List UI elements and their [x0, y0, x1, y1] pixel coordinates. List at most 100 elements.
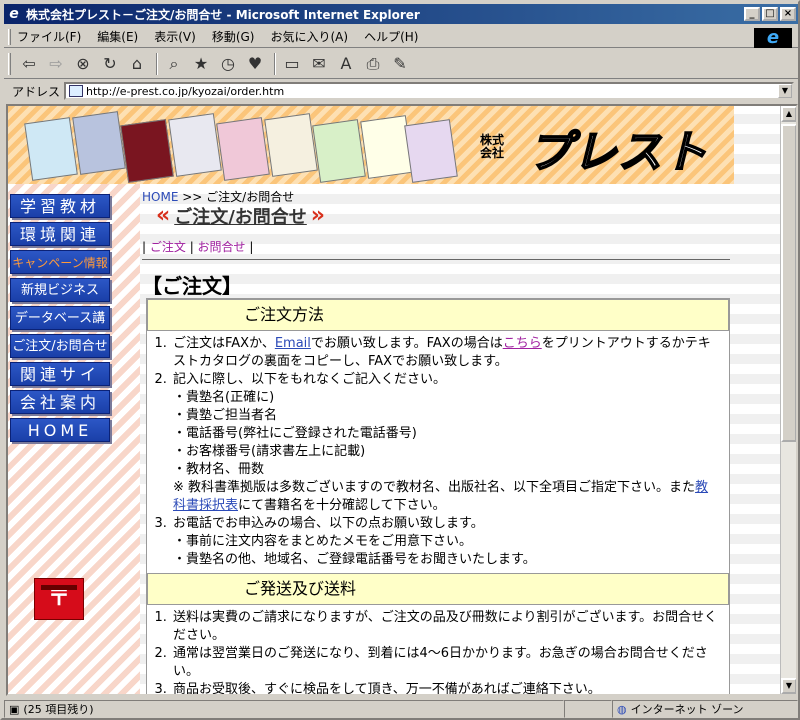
home-icon[interactable]: ⌂	[125, 53, 149, 75]
title-bar: e 株式会社プレスト－ご注文/お問合せ - Microsoft Internet…	[4, 4, 798, 24]
status-zone: インターネット ゾーン	[630, 703, 744, 716]
nav-database-course[interactable]: データベース講習	[10, 306, 110, 350]
sub-links: | ご注文 | お問合せ |	[142, 240, 254, 254]
menu-edit[interactable]: 編集(E)	[97, 28, 138, 45]
scroll-thumb[interactable]	[781, 124, 796, 442]
postbox-icon: 〒	[34, 578, 84, 620]
fax-form-link[interactable]: こちら	[503, 336, 542, 351]
list-item: ・貴塾名の他、地域名、ご登録電話番号をお聞きいたします。	[173, 552, 536, 567]
page-title-text: ご注文/お問合せ	[174, 207, 307, 228]
status-empty-cell	[564, 700, 612, 718]
divider	[142, 259, 730, 260]
print-icon[interactable]: ⎙	[361, 53, 385, 75]
list-item: 送料は実費のご請求になりますが、ご注文の品及び冊数により割引がございます。お問合…	[171, 609, 721, 645]
nav-environment[interactable]: 環境関連	[10, 222, 110, 246]
list-item: 記入に際し、以下をもれなくご記入ください。 ・貴塾名(正確に) ・貴塾ご担当者名…	[171, 371, 721, 515]
history-icon[interactable]: ◷	[216, 53, 240, 75]
main-content: HOME >> ご注文/お問合せ « ご注文/お問合せ » | ご注文 | お問…	[142, 186, 734, 694]
email-link[interactable]: Email	[275, 336, 311, 351]
web-page: 株式 会社 プレスト 学習教材 環境関連 キャンペーン情報 新規ビジネス データベ…	[8, 106, 783, 694]
address-input[interactable]: http://e-prest.co.jp/kyozai/order.htm ▼	[64, 82, 794, 100]
order-method-header: ご注文方法	[147, 299, 729, 331]
nav-order-inquiry[interactable]: ご注文/お問合せ	[10, 334, 110, 358]
list-item: ・教材名、冊数	[173, 462, 265, 477]
ie-logo-icon: e	[754, 28, 792, 48]
book-covers-image	[24, 111, 458, 183]
menu-view[interactable]: 表示(V)	[154, 28, 196, 45]
forward-icon[interactable]: ⇨	[44, 53, 68, 75]
list-item: お電話でお申込みの場合、以下の点お願い致します。 ・事前に注文内容をまとめたメモ…	[171, 515, 721, 569]
address-label: アドレス	[12, 84, 61, 99]
menu-bar: ファイル(F) 編集(E) 表示(V) 移動(G) お気に入り(A) ヘルプ(H…	[4, 26, 798, 48]
menu-favorites[interactable]: お気に入り(A)	[270, 28, 348, 45]
menu-go[interactable]: 移動(G)	[212, 28, 255, 45]
toolbar-separator	[156, 52, 158, 75]
menu-grip	[8, 28, 11, 45]
list-item: ・貴塾名(正確に)	[173, 390, 275, 405]
browser-viewport: 株式 会社 プレスト 学習教材 環境関連 キャンペーン情報 新規ビジネス データベ…	[6, 104, 798, 696]
toolbar-separator	[274, 52, 276, 75]
page-title: « ご注文/お問合せ »	[156, 202, 325, 230]
vertical-scrollbar[interactable]: ▲ ▼	[780, 106, 796, 694]
phone-order-list: ・事前に注文内容をまとめたメモをご用意下さい。 ・貴塾名の他、地域名、ご登録電話…	[173, 533, 721, 569]
mail-icon[interactable]: ✉	[307, 53, 331, 75]
search-icon[interactable]: ⌕	[162, 53, 186, 75]
status-bar: ▣ (25 項目残り) ◍ インターネット ゾーン	[4, 699, 798, 719]
list-item: ・お客様番号(請求書左上に記載)	[173, 444, 366, 459]
section-heading: 【ご注文】	[142, 274, 242, 298]
refresh-icon[interactable]: ↻	[98, 53, 122, 75]
fullscreen-icon[interactable]: ▭	[280, 53, 304, 75]
list-item: ご注文はFAXか、Emailでお願い致します。FAXの場合はこちらをプリントアウ…	[171, 335, 721, 371]
status-page-icon: ▣	[9, 702, 20, 716]
list-item: ・事前に注文内容をまとめたメモをご用意下さい。	[173, 534, 473, 549]
order-link[interactable]: ご注文	[150, 240, 186, 254]
maximize-button[interactable]: □	[762, 7, 778, 21]
address-url: http://e-prest.co.jp/kyozai/order.htm	[86, 84, 285, 98]
status-text: (25 項目残り)	[23, 703, 94, 716]
favorites-icon[interactable]: ★	[189, 53, 213, 75]
close-button[interactable]: ×	[780, 7, 796, 21]
back-icon[interactable]: ⇦	[17, 53, 41, 75]
list-item: ・貴塾ご担当者名	[173, 408, 278, 423]
browser-window: e 株式会社プレスト－ご注文/お問合せ - Microsoft Internet…	[0, 0, 800, 720]
nav-new-business[interactable]: 新規ビジネス	[10, 278, 110, 302]
list-item: 商品お受取後、すぐに検品をして頂き、万一不備があればご連絡下さい。	[171, 681, 721, 694]
shipping-header: ご発送及び送料	[147, 573, 729, 605]
ie-icon: e	[9, 6, 19, 22]
status-zone-cell: ◍ インターネット ゾーン	[612, 700, 798, 718]
toolbar: ⇦ ⇨ ⊗ ↻ ⌂ ⌕ ★ ◷ ♥ ▭ ✉ A ⎙ ✎	[4, 49, 798, 79]
nav-related-sites[interactable]: 関連サイト	[10, 362, 110, 408]
order-info-box: ご注文方法 ご注文はFAXか、Emailでお願い致します。FAXの場合はこちらを…	[146, 298, 730, 694]
scroll-up-icon[interactable]: ▲	[781, 106, 796, 122]
channels-icon[interactable]: ♥	[243, 53, 267, 75]
page-icon	[69, 85, 84, 97]
globe-icon: ◍	[617, 702, 627, 716]
menu-file[interactable]: ファイル(F)	[17, 28, 81, 45]
stop-icon[interactable]: ⊗	[71, 53, 95, 75]
order-method-list: ご注文はFAXか、Emailでお願い致します。FAXの場合はこちらをプリントアウ…	[147, 335, 729, 569]
shipping-list: 送料は実費のご請求になりますが、ご注文の品及び冊数により割引がございます。お問合…	[147, 609, 729, 694]
list-item: ※ 教科書準拠版は多数ございますので教材名、出版社名、以下全項目ご指定下さい。ま…	[173, 480, 709, 513]
list-item: 通常は翌営業日のご発送になり、到着には4～6日かかります。お急ぎの場合お問合せく…	[171, 645, 721, 681]
right-arrows-icon: »	[310, 203, 326, 228]
scroll-down-icon[interactable]: ▼	[781, 678, 796, 694]
nav-learning-materials[interactable]: 学習教材	[10, 194, 110, 218]
minimize-button[interactable]: _	[744, 7, 760, 21]
inquiry-link[interactable]: お問合せ	[198, 240, 246, 254]
font-size-icon[interactable]: A	[334, 53, 358, 75]
status-text-cell: ▣ (25 項目残り)	[4, 700, 564, 718]
list-item: ・電話番号(弊社にご登録された電話番号)	[173, 426, 417, 441]
company-logo: プレスト	[527, 126, 708, 179]
left-arrows-icon: «	[156, 203, 171, 228]
site-banner: 株式 会社 プレスト	[8, 106, 734, 184]
nav-campaign[interactable]: キャンペーン情報	[10, 250, 110, 274]
toolbar-grip	[8, 52, 11, 75]
nav-company-info[interactable]: 会社案内	[10, 390, 110, 414]
chevron-down-icon[interactable]: ▼	[778, 84, 792, 98]
nav-home[interactable]: HOME	[10, 418, 110, 442]
edit-icon[interactable]: ✎	[388, 53, 412, 75]
address-bar: アドレス http://e-prest.co.jp/kyozai/order.h…	[4, 80, 798, 102]
window-title: 株式会社プレスト－ご注文/お問合せ - Microsoft Internet E…	[26, 7, 420, 22]
left-nav: 学習教材 環境関連 キャンペーン情報 新規ビジネス データベース講習 ご注文/お…	[8, 184, 140, 694]
menu-help[interactable]: ヘルプ(H)	[364, 28, 418, 45]
